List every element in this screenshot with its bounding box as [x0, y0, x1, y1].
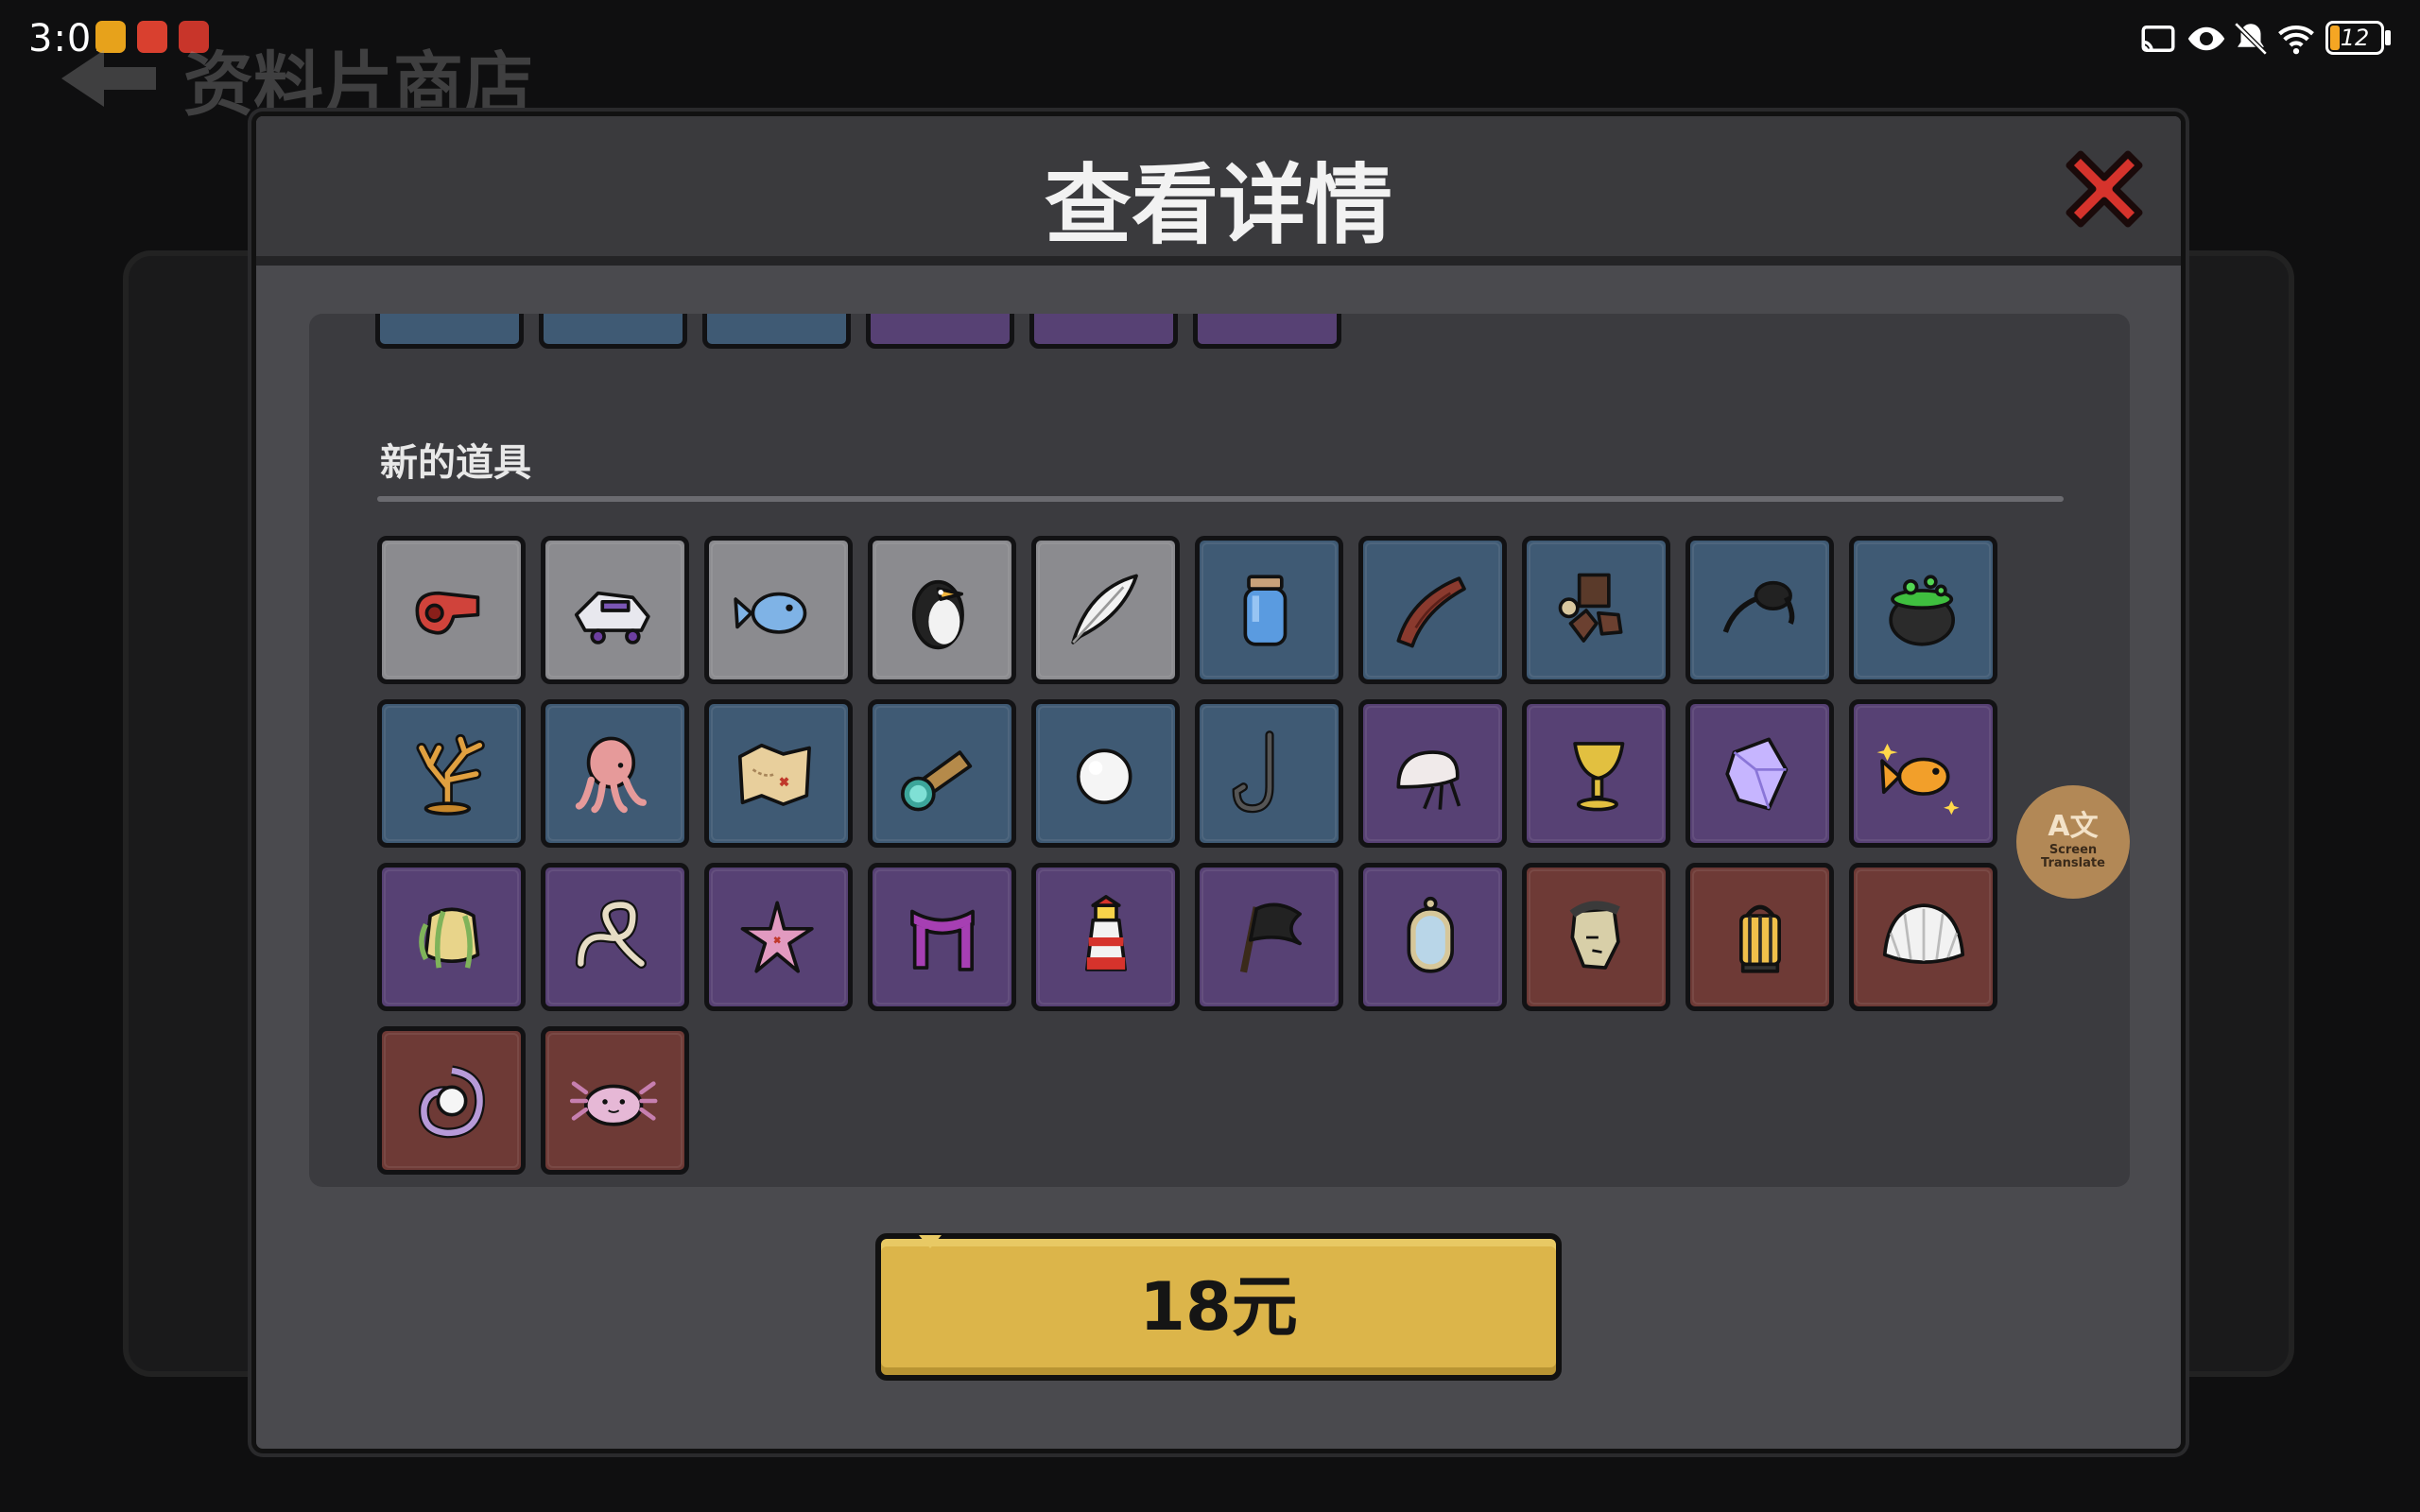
item-slot[interactable]: [1029, 314, 1178, 349]
item-slot[interactable]: [1849, 699, 1997, 848]
water-jar-icon: [1243, 574, 1287, 646]
item-slot[interactable]: [541, 536, 689, 684]
item-slot[interactable]: [1358, 699, 1507, 848]
item-slot[interactable]: [702, 314, 851, 349]
skate-shoe-icon: [574, 591, 650, 644]
goldfish-icon: [1876, 743, 1960, 815]
translate-icon: A文: [2048, 810, 2099, 843]
goblet-icon: [1572, 741, 1624, 811]
item-slot[interactable]: [1195, 863, 1343, 1011]
penguin-icon: [911, 579, 964, 649]
spiral-pearl-icon: [418, 1064, 485, 1138]
scarf-icon: [909, 909, 975, 971]
octopus-icon: [575, 736, 647, 813]
items-scroll-area[interactable]: 新的道具: [309, 314, 2130, 1187]
whistle-icon: [415, 591, 479, 634]
blue-fish-icon: [733, 592, 806, 634]
driftwood-icon: [1396, 576, 1466, 647]
lantern-icon: [1738, 904, 1781, 973]
item-slot[interactable]: [866, 314, 1014, 349]
item-slot[interactable]: [1685, 536, 1834, 684]
items-grid: [377, 536, 1997, 1175]
item-slot[interactable]: [1685, 699, 1834, 848]
item-slot[interactable]: [1031, 536, 1180, 684]
item-slot[interactable]: [1522, 863, 1670, 1011]
item-slot[interactable]: [1358, 536, 1507, 684]
item-slot[interactable]: [375, 314, 524, 349]
item-slot[interactable]: [539, 314, 687, 349]
item-slot[interactable]: [704, 863, 853, 1011]
pearl-icon: [1076, 747, 1132, 804]
item-slot[interactable]: [1522, 699, 1670, 848]
battery-indicator: 12: [2325, 21, 2384, 55]
treasure-map-icon: [737, 743, 811, 806]
details-modal: 查看详情 新的道具 18元: [251, 112, 2186, 1453]
item-slot[interactable]: [704, 699, 853, 848]
item-slot[interactable]: [377, 699, 526, 848]
lighthouse-icon: [1084, 894, 1127, 971]
purchase-button[interactable]: 18元: [875, 1233, 1562, 1381]
close-button[interactable]: [2052, 137, 2156, 241]
item-slot[interactable]: [1195, 699, 1343, 848]
eye-icon: [2187, 26, 2225, 51]
item-slot[interactable]: [1195, 536, 1343, 684]
section-divider: [377, 496, 2064, 502]
black-flag-icon: [1239, 902, 1302, 972]
seaweed-bell-icon: [418, 906, 479, 969]
purchase-price-label: 18元: [1139, 1268, 1298, 1346]
starfish-icon: [740, 901, 814, 973]
axolotl-icon: [569, 1080, 657, 1126]
back-arrow-icon: [61, 50, 156, 107]
eyepatch-icon: [1722, 580, 1794, 633]
rope-knot-icon: [575, 899, 647, 969]
hermit-crab-icon: [1396, 749, 1461, 810]
item-slot[interactable]: [1031, 863, 1180, 1011]
close-icon: [2066, 150, 2143, 228]
item-slot[interactable]: [868, 863, 1016, 1011]
item-slot[interactable]: [541, 863, 689, 1011]
bell-muted-icon: [2234, 22, 2268, 56]
item-slot[interactable]: [1849, 536, 1997, 684]
feather-icon: [1070, 574, 1138, 644]
spyglass-icon: [900, 749, 972, 811]
item-slot[interactable]: [868, 536, 1016, 684]
fish-hook-icon: [1232, 730, 1274, 813]
item-slot[interactable]: [1849, 863, 1997, 1011]
previous-items-row: [375, 314, 1341, 349]
item-slot[interactable]: [868, 699, 1016, 848]
peg-leg-icon: [1558, 573, 1622, 643]
background-header: 资料片商店: [57, 36, 533, 126]
item-slot[interactable]: [377, 863, 526, 1011]
mirror-icon: [1407, 896, 1454, 973]
modal-title: 查看详情: [1044, 155, 1392, 256]
item-slot[interactable]: [1031, 699, 1180, 848]
screen-translate-button[interactable]: A文 Screen Translate: [2016, 785, 2130, 899]
item-slot[interactable]: [377, 536, 526, 684]
item-slot[interactable]: [1358, 863, 1507, 1011]
seashell-icon: [1882, 902, 1964, 964]
crystal-icon: [1724, 737, 1788, 811]
cast-icon: [2141, 26, 2175, 52]
item-slot[interactable]: [1193, 314, 1341, 349]
stone-head-icon: [1569, 901, 1620, 970]
cauldron-icon: [1888, 574, 1955, 646]
item-slot[interactable]: [541, 1026, 689, 1175]
wifi-icon: [2278, 26, 2314, 55]
section-title: 新的道具: [380, 441, 531, 485]
item-slot[interactable]: [1685, 863, 1834, 1011]
item-slot[interactable]: [377, 1026, 526, 1175]
item-slot[interactable]: [541, 699, 689, 848]
coral-icon: [415, 733, 485, 816]
item-slot[interactable]: [704, 536, 853, 684]
modal-header: 查看详情: [256, 116, 2181, 266]
item-slot[interactable]: [1522, 536, 1670, 684]
